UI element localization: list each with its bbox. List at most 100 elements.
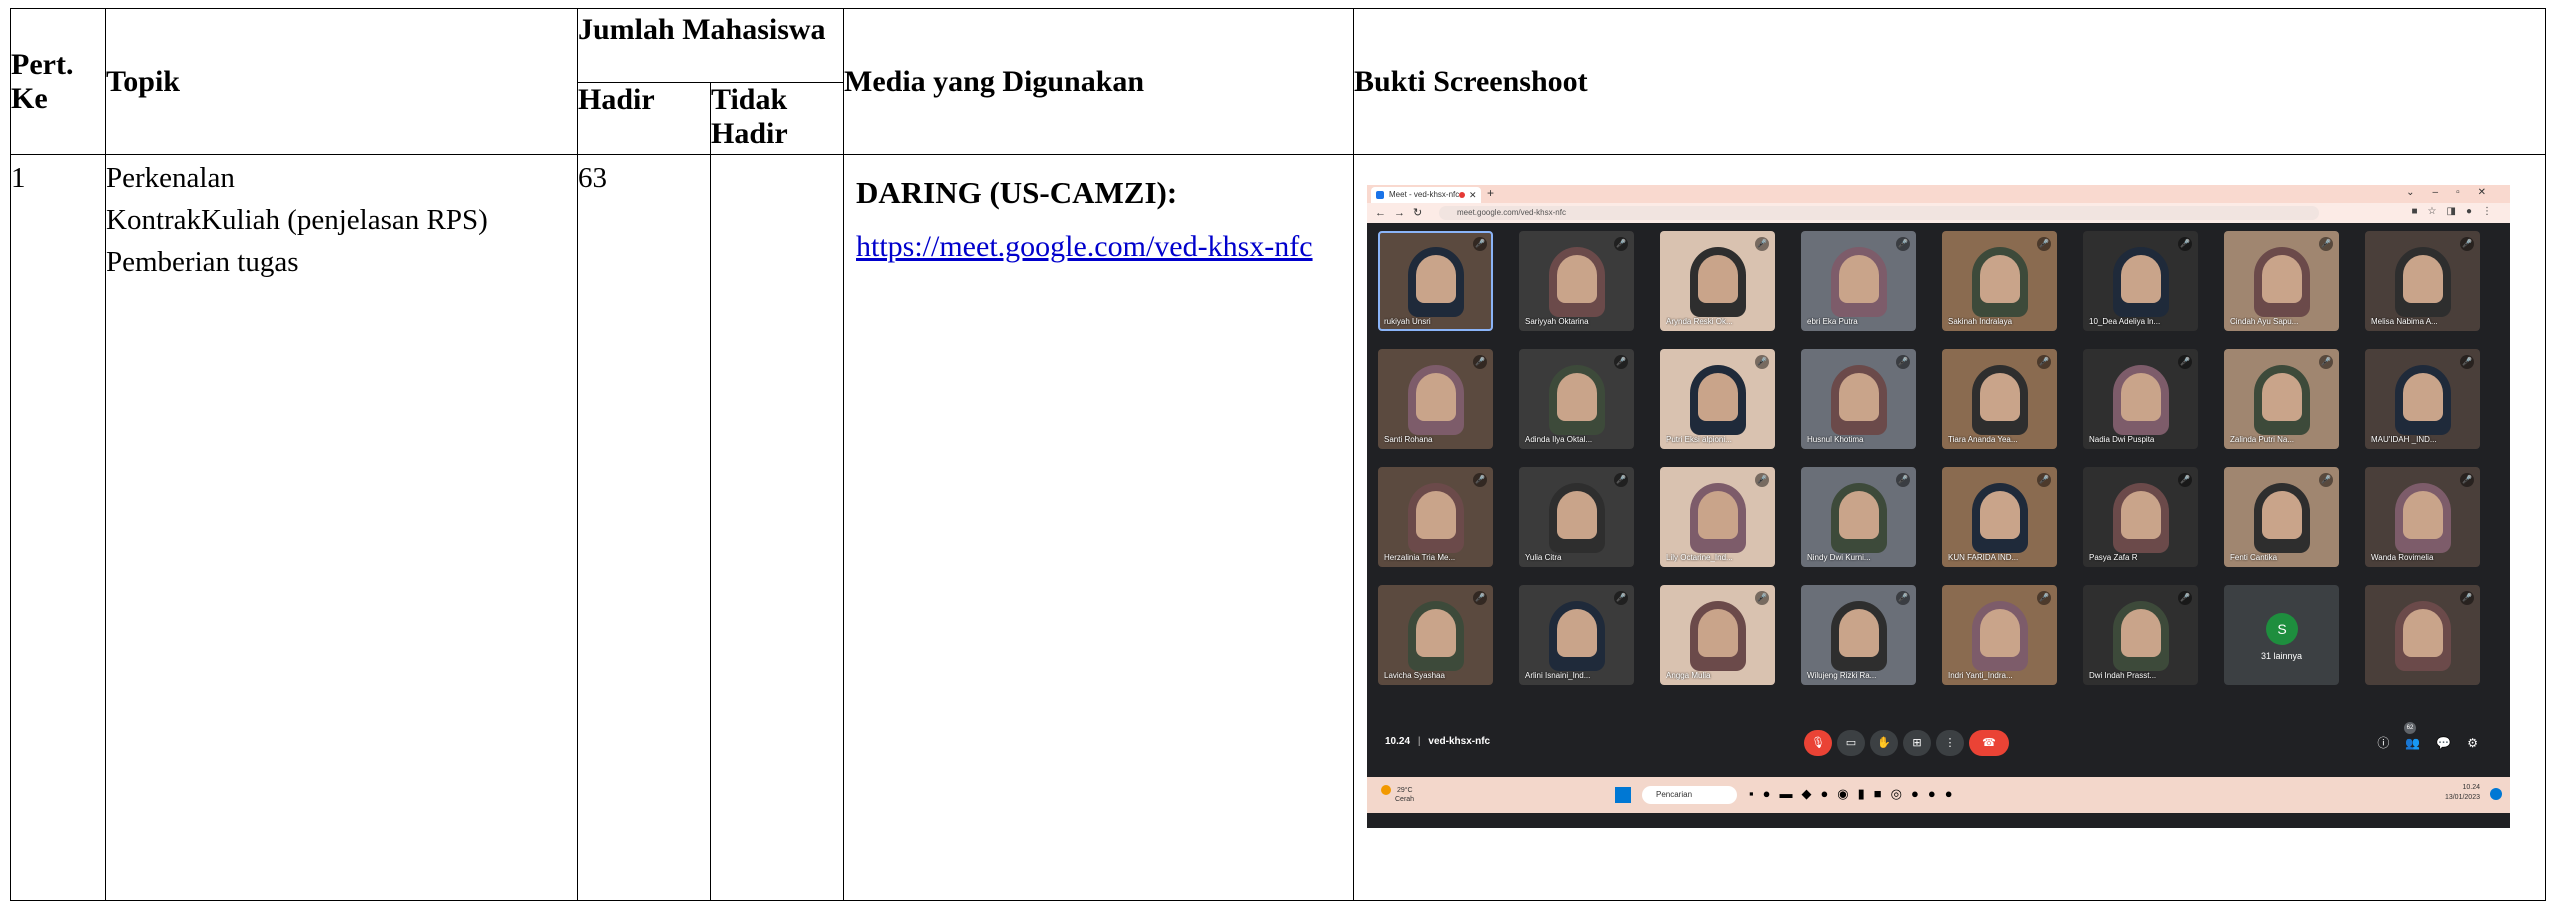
participant-name: rukiyah Unsri [1384,317,1431,326]
muted-mic-icon: 🎤 [1755,591,1769,605]
windows-start-icon[interactable] [1615,787,1631,803]
meet-favicon-icon [1376,191,1384,199]
participant-tile[interactable]: 🎤 Arynda Reski Ok... [1660,231,1775,331]
participant-name: Sakinah Indralaya [1948,317,2013,326]
window-controls-icon[interactable]: ⌄–▫✕ [2406,187,2504,198]
muted-mic-icon: 🎤 [2178,591,2192,605]
participant-tile[interactable]: 🎤 Sakinah Indralaya [1942,231,2057,331]
pert-ke-value: 1 [11,162,26,194]
participant-tile[interactable]: 🎤 Tiara Ananda Yea... [1942,349,2057,449]
participant-name: Pasya Zafa R [2089,553,2138,562]
notification-icon[interactable] [2490,788,2502,800]
url-field[interactable]: meet.google.com/ved-khsx-nfc [1439,206,2319,220]
participant-tile[interactable]: 🎤 MAU'IDAH _IND... [2365,349,2480,449]
participant-tile[interactable]: 🎤 [2365,585,2480,685]
participant-tile[interactable]: 🎤 Wanda Rovimelia [2365,467,2480,567]
participant-tile[interactable]: 🎤 Fenti Cantika [2224,467,2339,567]
muted-mic-icon: 🎤 [1614,355,1628,369]
participant-tile[interactable]: 🎤 Nadia Dwi Puspita [2083,349,2198,449]
taskbar-app-icons[interactable]: ▪●▬◆●◉▮■◎●●● [1749,786,1962,802]
taskbar-search[interactable]: Pencarian [1642,786,1737,804]
muted-mic-icon: 🎤 [2037,473,2051,487]
participant-name: MAU'IDAH _IND... [2371,435,2437,444]
muted-mic-icon: 🎤 [1473,591,1487,605]
participant-tile[interactable]: 🎤 Lily Octarine_Ind... [1660,467,1775,567]
meet-link[interactable]: https://meet.google.com/ved-khsx-nfc [856,230,1313,263]
new-tab-icon[interactable]: + [1487,186,1494,200]
header-tidak-hadir: Tidak Hadir [710,82,844,155]
participant-tile[interactable]: 🎤 Zalinda Putri Na... [2224,349,2339,449]
participant-tile[interactable]: 🎤 Pasya Zafa R [2083,467,2198,567]
participant-tile[interactable]: 🎤 Nindy Dwi Kurni... [1801,467,1916,567]
participant-count-badge: 62 [2404,722,2416,734]
participant-face [1698,609,1738,657]
meet-screenshot: Meet - ved-khsx-nfc ✕ + ⌄–▫✕ ←→↻ meet.go… [1367,185,2510,828]
participant-tile[interactable]: 🎤 Arlini Isnaini_Ind... [1519,585,1634,685]
participant-tile[interactable]: 🎤 Melisa Nabima A... [2365,231,2480,331]
more-options-icon[interactable]: ⋮ [1936,730,1964,756]
end-call-icon[interactable]: ☎ [1969,730,2009,756]
participant-face [2403,255,2443,303]
participant-tile[interactable]: 🎤 Angga Mulia [1660,585,1775,685]
participant-tile[interactable]: 🎤 Santi Rohana [1378,349,1493,449]
participant-tile[interactable]: 🎤 Adinda Ilya Oktal... [1519,349,1634,449]
participant-face [1839,609,1879,657]
participant-tile[interactable]: 🎤 Lavicha Syashaa [1378,585,1493,685]
header-media-text: Media yang Digunakan [844,64,1145,98]
muted-mic-icon: 🎤 [1755,473,1769,487]
participant-face [1416,491,1456,539]
side-panel-icons[interactable]: ⓘ👥💬⚙ [2377,734,2494,751]
participant-tile[interactable]: 🎤 Wilujeng Rizki Ra... [1801,585,1916,685]
close-tab-icon[interactable]: ✕ [1469,187,1477,203]
muted-mic-icon: 🎤 [2037,591,2051,605]
participant-name: Herzalinia Tria Me... [1384,553,1456,562]
participant-tile[interactable]: 🎤 10_Dea Adeliya ln... [2083,231,2198,331]
participant-face [2262,491,2302,539]
weather-widget[interactable]: 29°C Cerah [1381,785,1414,804]
topik-line-2: KontrakKuliah (penjelasan RPS) [106,204,488,236]
meeting-time: 10.24 [1385,736,1411,747]
participant-tile[interactable]: 🎤 Husnul Khotima [1801,349,1916,449]
participant-name: Lily Octarine_Ind... [1666,553,1733,562]
participant-tile[interactable]: 🎤 rukiyah Unsri [1378,231,1493,331]
participant-face [1839,255,1879,303]
participant-face [1839,491,1879,539]
raise-hand-icon[interactable]: ✋ [1870,730,1898,756]
participant-name: KUN FARIDA IND... [1948,553,2019,562]
muted-mic-icon: 🎤 [1614,473,1628,487]
browser-actions-icon[interactable]: ■☆◨●⋮ [2412,206,2503,217]
present-icon[interactable]: ⊞ [1903,730,1931,756]
muted-mic-icon: 🎤 [2037,237,2051,251]
browser-tab[interactable]: Meet - ved-khsx-nfc ✕ [1371,187,1481,203]
participant-face [1557,491,1597,539]
participant-name: Indri Yanti_Indra... [1948,671,2013,680]
meet-control-bar: 10.24 | ved-khsx-nfc 🎙 ▭ ✋ ⊞ ⋮ ☎ ⓘ👥💬⚙ 62 [1367,718,2510,768]
participant-tile[interactable]: 🎤 Putri Eksi alpioni... [1660,349,1775,449]
muted-mic-icon: 🎤 [1755,355,1769,369]
participant-name: Arlini Isnaini_Ind... [1525,671,1591,680]
participant-tile[interactable]: 🎤 Dwi Indah Prasst... [2083,585,2198,685]
clock-date: 13/01/2023 [2444,794,2480,801]
participant-tile[interactable]: 🎤 ebri Eka Putra [1801,231,1916,331]
participant-tile[interactable]: S 31 lainnya [2224,585,2339,685]
participant-tile[interactable]: 🎤 Yulia Citra [1519,467,1634,567]
cell-tidak-hadir [710,154,844,901]
participant-tile[interactable]: 🎤 Sariyyah Oktarina [1519,231,1634,331]
muted-mic-icon: 🎤 [2460,355,2474,369]
media-title: DARING (US-CAMZI): [856,175,1178,210]
nav-buttons-icon[interactable]: ←→↻ [1375,206,1430,219]
participant-name: 10_Dea Adeliya ln... [2089,317,2161,326]
participant-tile[interactable]: 🎤 Herzalinia Tria Me... [1378,467,1493,567]
participant-face [1698,373,1738,421]
participant-tile[interactable]: 🎤 KUN FARIDA IND... [1942,467,2057,567]
mic-off-icon[interactable]: 🎙 [1804,730,1832,756]
muted-mic-icon: 🎤 [2460,591,2474,605]
header-bukti-text: Bukti Screenshoot [1354,64,1588,98]
camera-icon[interactable]: ▭ [1837,730,1865,756]
muted-mic-icon: 🎤 [1473,355,1487,369]
muted-mic-icon: 🎤 [2319,355,2333,369]
muted-mic-icon: 🎤 [2319,237,2333,251]
participant-tile[interactable]: 🎤 Indri Yanti_Indra... [1942,585,2057,685]
participant-tile[interactable]: 🎤 Cindah Ayu Sapu... [2224,231,2339,331]
muted-mic-icon: 🎤 [1896,473,1910,487]
